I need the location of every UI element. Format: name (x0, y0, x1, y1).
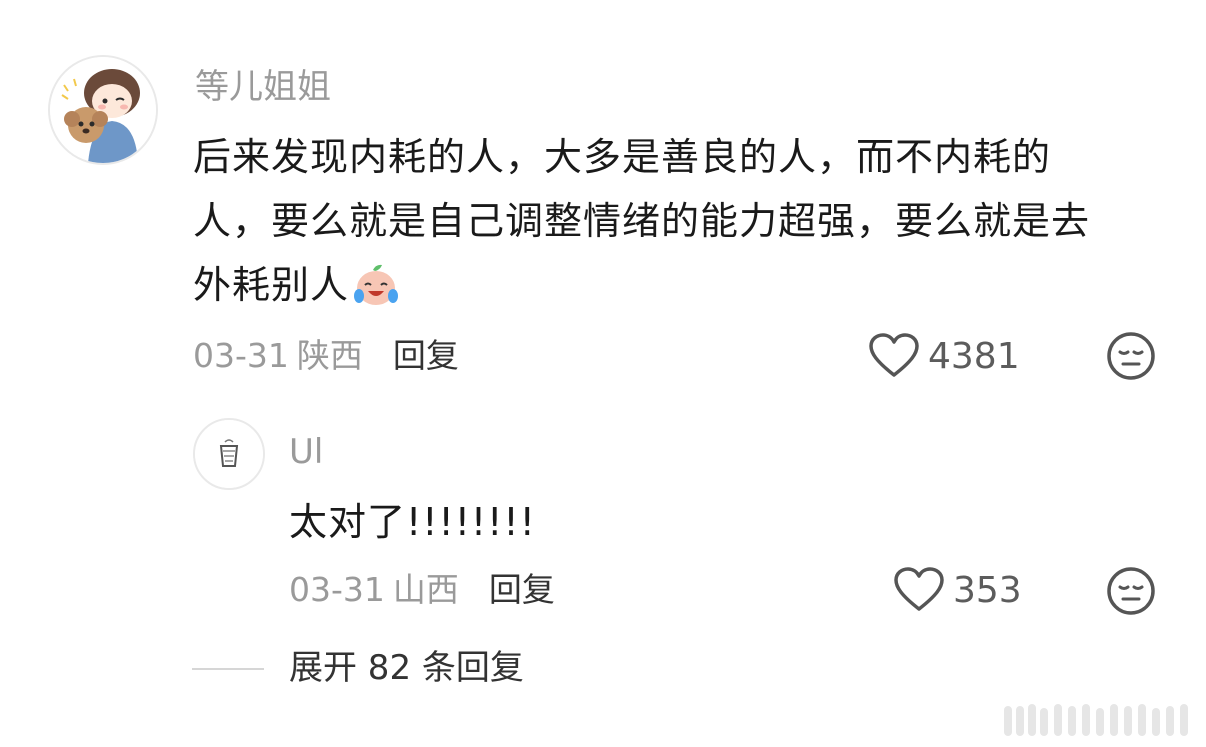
cartoon-girl-with-puppy-icon (50, 57, 156, 163)
expand-replies-button[interactable]: 展开 82 条回复 (289, 648, 524, 688)
heart-icon[interactable] (893, 567, 945, 613)
heart-icon[interactable] (868, 333, 920, 379)
comment-date: 03-31 (193, 336, 289, 375)
reply-location: 山西 (392, 570, 459, 609)
username[interactable]: 等儿姐姐 (195, 67, 331, 107)
cup-doodle-icon (195, 420, 263, 488)
comment-location: 陕西 (296, 336, 363, 375)
comment-meta: 03-31 陕西 回复 (193, 336, 459, 376)
dislike-face-icon[interactable] (1106, 566, 1156, 616)
expand-divider (192, 668, 264, 670)
like-button[interactable]: 4381 (868, 333, 1020, 379)
like-count: 4381 (928, 335, 1020, 377)
comment-text-line-2: 人，要么就是自己调整情绪的能力超强，要么就是去 (193, 199, 1091, 243)
avatar[interactable] (48, 55, 158, 165)
dislike-face-icon[interactable] (1106, 331, 1156, 381)
reply-avatar[interactable] (193, 418, 265, 490)
reply-like-button[interactable]: 353 (893, 567, 1022, 613)
crying-laughing-emoji-icon (351, 260, 401, 310)
comment-text-line-1: 后来发现内耗的人，大多是善良的人，而不内耗的 (193, 135, 1052, 179)
comment-text-line-3: 外耗别人 (193, 263, 350, 307)
reply-reply-button[interactable]: 回复 (489, 570, 555, 609)
comment-text-line-3-row: 外耗别人 (193, 254, 401, 316)
watermark-icon (1004, 704, 1188, 736)
reply-date: 03-31 (289, 570, 385, 609)
reply-meta: 03-31 山西 回复 (289, 570, 555, 610)
reply-like-count: 353 (953, 569, 1022, 611)
reply-button[interactable]: 回复 (393, 336, 459, 375)
reply-username[interactable]: Ul (289, 432, 323, 472)
reply-text: 太对了!!!!!!!! (289, 500, 536, 544)
